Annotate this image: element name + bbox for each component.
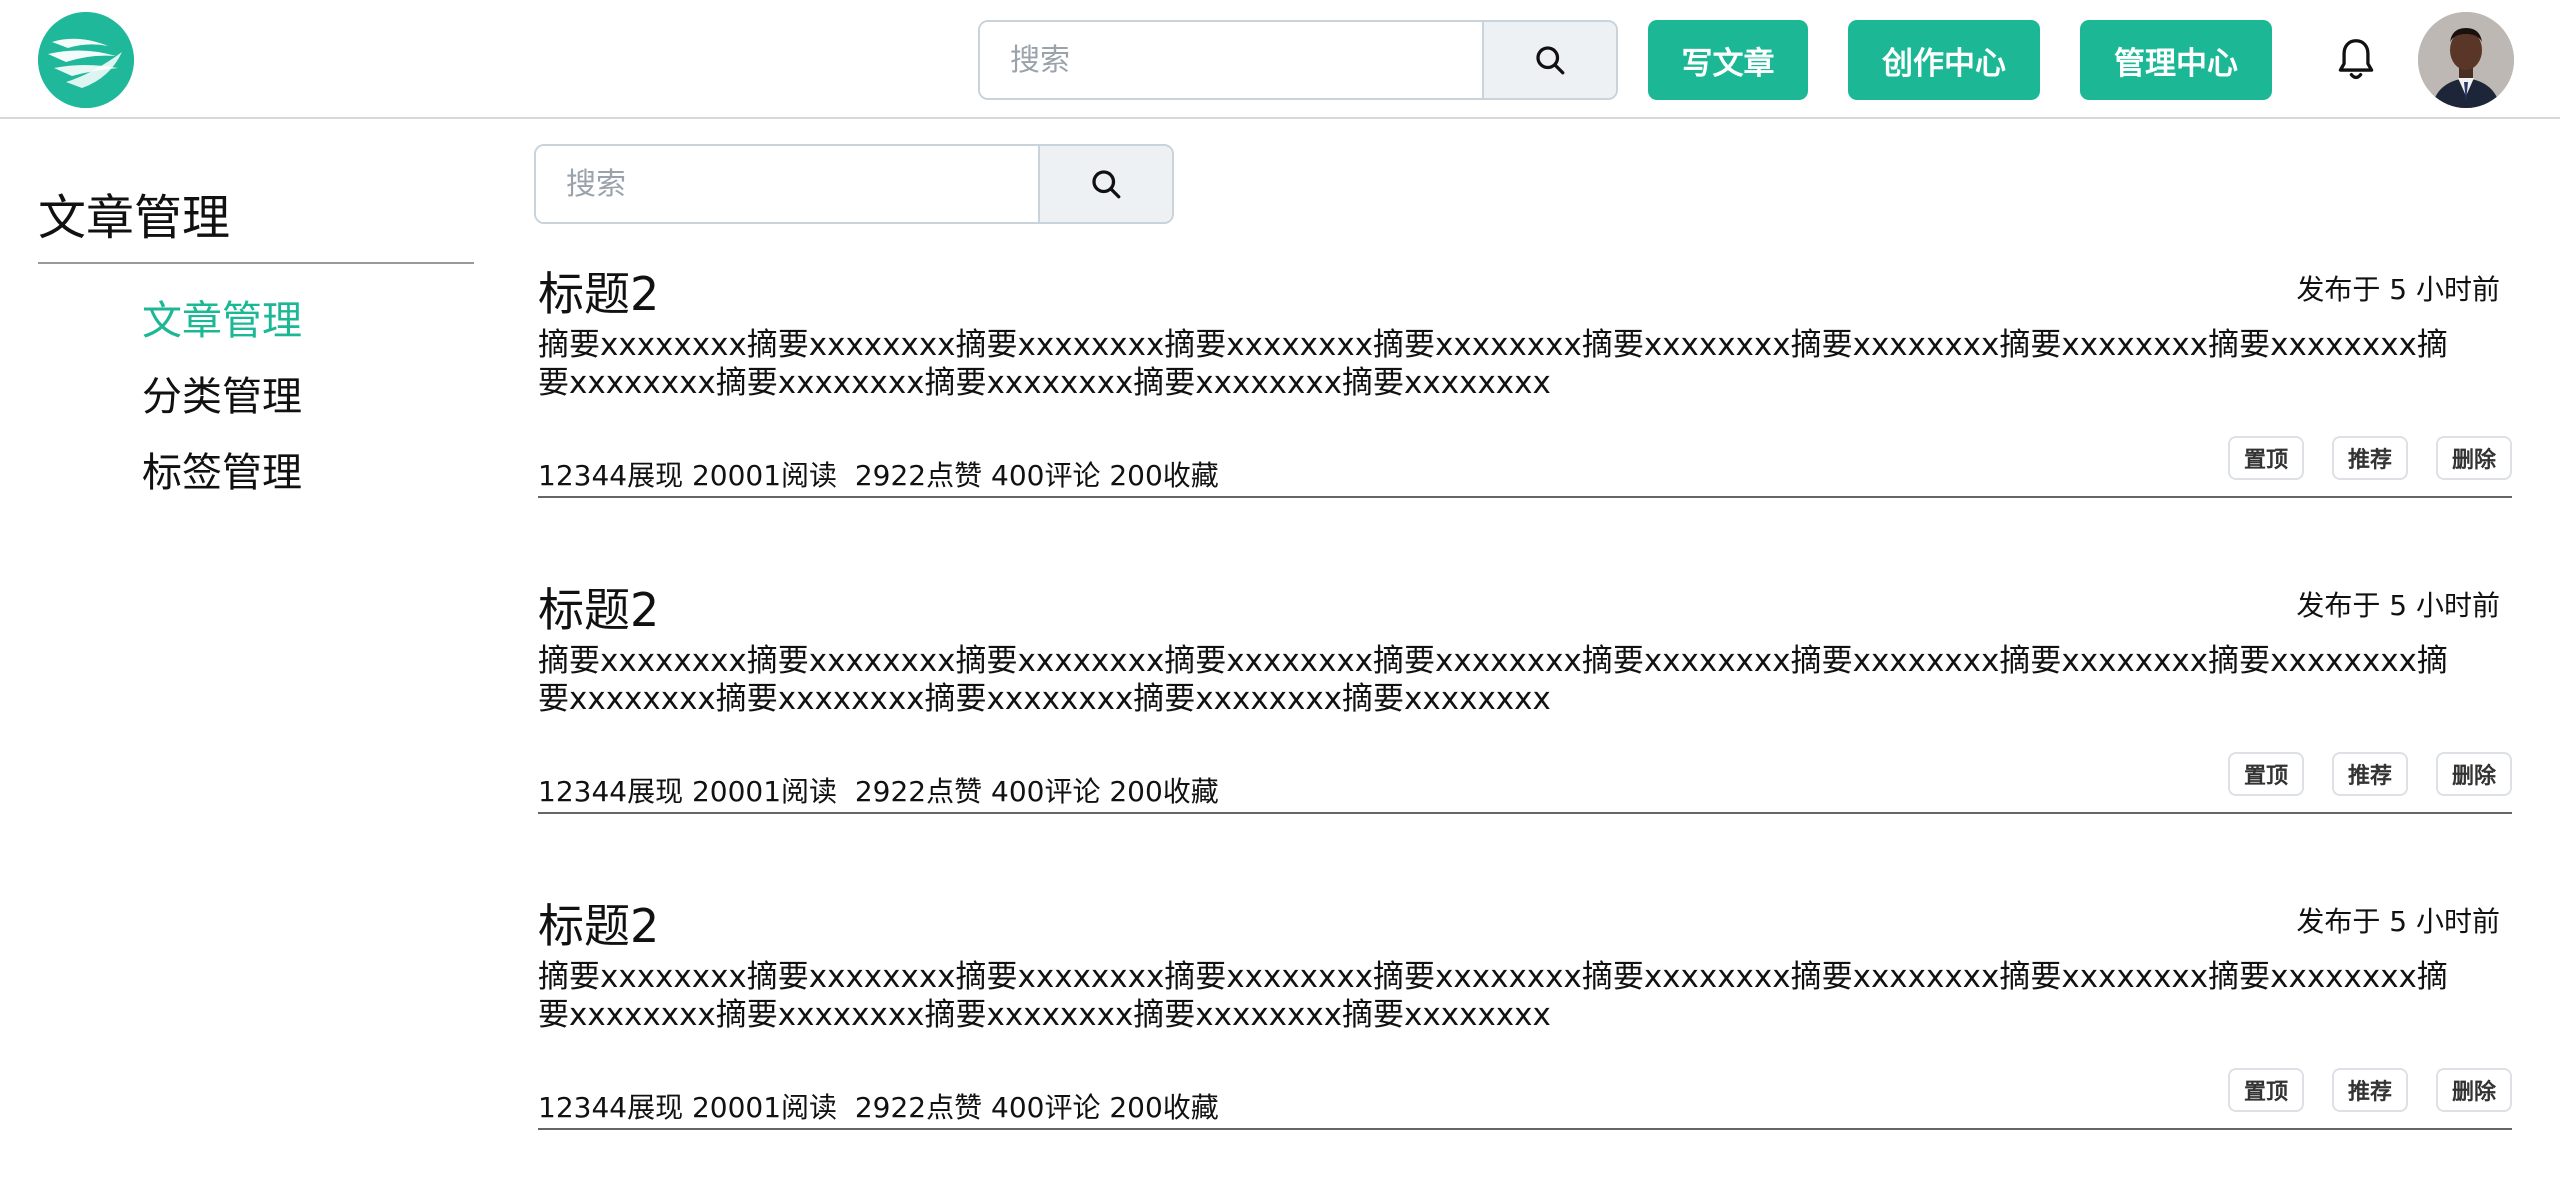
sidebar-item-category-management[interactable]: 分类管理: [142, 364, 302, 422]
pin-button[interactable]: 置顶: [2227, 1068, 2304, 1112]
content-search-button[interactable]: [1038, 146, 1172, 222]
delete-button[interactable]: 删除: [2435, 752, 2512, 796]
bell-icon: [2338, 39, 2374, 80]
write-article-button[interactable]: 写文章: [1648, 20, 1808, 100]
article-publish-time: 发布于 5 小时前: [2296, 589, 2500, 622]
article-summary: 摘要xxxxxxxx摘要xxxxxxxx摘要xxxxxxxx摘要xxxxxxxx…: [538, 327, 2448, 401]
header-search-input[interactable]: [980, 22, 1482, 98]
content-search-box: [534, 144, 1174, 224]
article-summary: 摘要xxxxxxxx摘要xxxxxxxx摘要xxxxxxxx摘要xxxxxxxx…: [538, 959, 2448, 1033]
article-item: 标题2 发布于 5 小时前 摘要xxxxxxxx摘要xxxxxxxx摘要xxxx…: [538, 258, 2512, 498]
article-publish-time: 发布于 5 小时前: [2296, 273, 2500, 306]
top-header: 写文章 创作中心 管理中心: [0, 0, 2560, 119]
management-center-button[interactable]: 管理中心: [2080, 20, 2272, 100]
sidebar-divider: [38, 262, 474, 264]
logo-icon[interactable]: [38, 12, 134, 108]
sidebar-item-tag-management[interactable]: 标签管理: [142, 440, 302, 498]
article-actions: 置顶 推荐 删除: [2200, 752, 2512, 796]
recommend-button[interactable]: 推荐: [2331, 1068, 2408, 1112]
article-title[interactable]: 标题2: [538, 890, 659, 956]
article-stats: 12344展现 20001阅读 2922点赞 400评论 200收藏: [538, 1091, 1219, 1124]
sidebar-title: 文章管理: [38, 190, 231, 246]
header-search-box: [978, 20, 1618, 100]
article-title[interactable]: 标题2: [538, 574, 659, 640]
user-avatar[interactable]: [2418, 12, 2514, 108]
creator-center-button[interactable]: 创作中心: [1848, 20, 2040, 100]
article-item: 标题2 发布于 5 小时前 摘要xxxxxxxx摘要xxxxxxxx摘要xxxx…: [538, 890, 2512, 1130]
article-actions: 置顶 推荐 删除: [2200, 1068, 2512, 1112]
header-search-button[interactable]: [1482, 22, 1616, 98]
article-stats: 12344展现 20001阅读 2922点赞 400评论 200收藏: [538, 459, 1219, 492]
content-search-input[interactable]: [536, 146, 1038, 222]
pin-button[interactable]: 置顶: [2227, 436, 2304, 480]
delete-button[interactable]: 删除: [2435, 436, 2512, 480]
article-item: 标题2 发布于 5 小时前 摘要xxxxxxxx摘要xxxxxxxx摘要xxxx…: [538, 574, 2512, 814]
article-summary: 摘要xxxxxxxx摘要xxxxxxxx摘要xxxxxxxx摘要xxxxxxxx…: [538, 643, 2448, 717]
sidebar-item-article-management[interactable]: 文章管理: [142, 288, 302, 346]
article-stats: 12344展现 20001阅读 2922点赞 400评论 200收藏: [538, 775, 1219, 808]
notification-button[interactable]: [2332, 34, 2380, 86]
recommend-button[interactable]: 推荐: [2331, 752, 2408, 796]
article-actions: 置顶 推荐 删除: [2200, 436, 2512, 480]
recommend-button[interactable]: 推荐: [2331, 436, 2408, 480]
pin-button[interactable]: 置顶: [2227, 752, 2304, 796]
delete-button[interactable]: 删除: [2435, 1068, 2512, 1112]
search-icon: [1092, 170, 1121, 199]
search-icon: [1536, 46, 1565, 75]
article-title[interactable]: 标题2: [538, 258, 659, 324]
article-publish-time: 发布于 5 小时前: [2296, 905, 2500, 938]
